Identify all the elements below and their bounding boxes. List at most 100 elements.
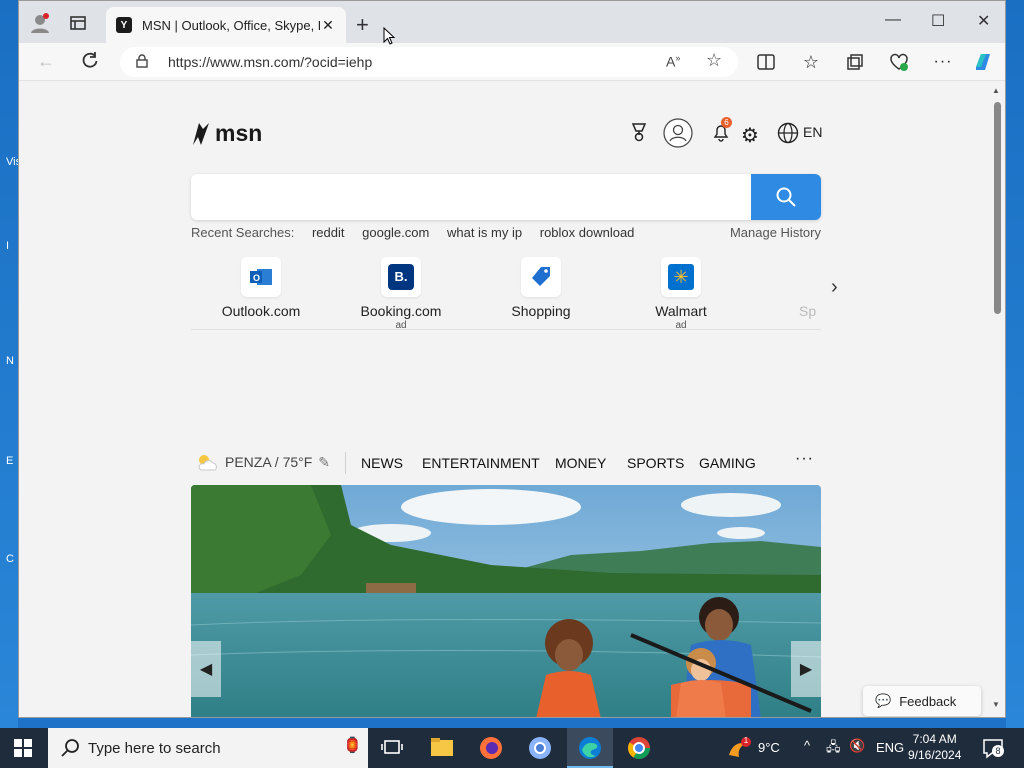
sign-in-avatar-button[interactable] bbox=[663, 118, 693, 153]
tab-actions-icon bbox=[70, 16, 86, 30]
new-tab-button[interactable]: + bbox=[356, 12, 369, 38]
read-aloud-icon[interactable]: A» bbox=[666, 53, 680, 70]
desktop-edge-left: Vis I N E C bbox=[0, 0, 21, 728]
split-screen-icon[interactable] bbox=[755, 51, 777, 73]
msn-logo[interactable]: msn bbox=[191, 120, 262, 147]
feedback-label: Feedback bbox=[899, 693, 957, 709]
msn-favicon-icon: Y bbox=[116, 17, 132, 33]
chrome-icon[interactable] bbox=[627, 736, 651, 760]
search-input[interactable] bbox=[191, 174, 741, 220]
search-icon bbox=[776, 187, 796, 207]
quick-link-outlook[interactable]: O Outlook.com bbox=[201, 257, 321, 319]
favorite-star-icon[interactable]: ☆ bbox=[706, 50, 722, 71]
browser-essentials-icon[interactable] bbox=[888, 51, 910, 73]
notifications-bell-icon[interactable]: 6 bbox=[712, 117, 732, 147]
input-language[interactable]: ENG bbox=[876, 740, 904, 755]
firefox-icon[interactable] bbox=[479, 736, 503, 760]
hero-next-button[interactable]: ▶ bbox=[791, 641, 821, 697]
weather-widget[interactable]: PENZA / 75°F ✎ bbox=[195, 452, 330, 472]
taskbar-search[interactable]: Type here to search 🏮 bbox=[48, 728, 368, 768]
tray-temperature[interactable]: 9°C bbox=[758, 740, 780, 755]
shopping-tag-icon bbox=[521, 257, 561, 297]
speaker-muted-icon[interactable]: 🔇 bbox=[849, 738, 865, 754]
quick-link-label: Sp bbox=[799, 303, 817, 319]
collections-icon[interactable] bbox=[844, 51, 866, 73]
refresh-icon bbox=[82, 52, 98, 68]
taskbar-edge-active[interactable] bbox=[567, 728, 613, 768]
quick-link-shopping[interactable]: Shopping bbox=[481, 257, 601, 319]
chromium-icon[interactable] bbox=[528, 736, 552, 760]
profile-button[interactable] bbox=[27, 10, 53, 36]
weather-tray-icon[interactable]: 1 bbox=[727, 736, 751, 764]
category-sports[interactable]: SPORTS bbox=[627, 455, 684, 471]
language-globe-icon[interactable] bbox=[777, 122, 799, 149]
search-highlight-icon: 🏮 bbox=[343, 737, 362, 754]
profile-icon bbox=[31, 13, 49, 33]
url-text: https://www.msn.com/?ocid=iehp bbox=[168, 54, 373, 70]
back-button[interactable]: ← bbox=[37, 51, 55, 72]
msn-butterfly-icon bbox=[193, 122, 209, 145]
rewards-icon[interactable] bbox=[629, 122, 649, 147]
refresh-button[interactable] bbox=[81, 51, 99, 74]
notification-center-icon[interactable]: 8 bbox=[982, 737, 1004, 764]
manage-history-link[interactable]: Manage History bbox=[730, 225, 821, 240]
settings-more-icon[interactable]: ··· bbox=[932, 51, 954, 73]
desktop-edge-right bbox=[1006, 0, 1024, 728]
hero-prev-button[interactable]: ◀ bbox=[191, 641, 221, 697]
notification-badge: 6 bbox=[721, 117, 732, 128]
divider bbox=[191, 329, 821, 330]
edge-icon bbox=[579, 737, 601, 759]
page-scrollbar[interactable]: ▲ ▼ bbox=[988, 82, 1005, 717]
language-label[interactable]: EN bbox=[803, 124, 822, 140]
recent-searches: Recent Searches: reddit google.com what … bbox=[191, 225, 821, 240]
search-button[interactable] bbox=[751, 174, 821, 220]
weather-text: PENZA / 75°F bbox=[225, 454, 313, 470]
task-view-icon[interactable] bbox=[381, 736, 405, 760]
recent-searches-label: Recent Searches: bbox=[191, 225, 295, 240]
tab-actions-button[interactable] bbox=[65, 10, 91, 36]
category-money[interactable]: MONEY bbox=[555, 455, 606, 471]
scroll-thumb[interactable] bbox=[994, 102, 1001, 314]
feedback-button[interactable]: 💬 Feedback bbox=[863, 686, 981, 716]
more-categories-icon[interactable]: ··· bbox=[795, 450, 814, 468]
network-icon[interactable]: 🖧 bbox=[826, 738, 841, 760]
clock-date: 9/16/2024 bbox=[908, 748, 962, 762]
tab-close-icon[interactable]: ✕ bbox=[320, 17, 336, 34]
recent-search-item[interactable]: what is my ip bbox=[447, 225, 522, 240]
show-hidden-icons-chevron-icon[interactable]: ^ bbox=[804, 738, 810, 753]
favorites-icon[interactable]: ☆ bbox=[800, 51, 822, 73]
edit-pencil-icon[interactable]: ✎ bbox=[318, 454, 330, 471]
scroll-down-icon[interactable]: ▼ bbox=[992, 700, 1000, 709]
copilot-icon[interactable] bbox=[972, 51, 994, 73]
maximize-button[interactable]: ☐ bbox=[931, 11, 945, 31]
scroll-up-icon[interactable]: ▲ bbox=[992, 86, 1000, 95]
recent-search-item[interactable]: roblox download bbox=[540, 225, 635, 240]
partial-tile-icon bbox=[761, 257, 821, 303]
booking-icon: B. bbox=[381, 257, 421, 297]
settings-gear-icon[interactable]: ⚙ bbox=[741, 123, 759, 148]
weather-alert-badge: 1 bbox=[743, 736, 749, 745]
recent-search-item[interactable]: google.com bbox=[362, 225, 429, 240]
quick-link-walmart[interactable]: ✳ Walmart ad bbox=[621, 257, 741, 331]
category-news[interactable]: NEWS bbox=[361, 455, 403, 471]
start-button[interactable] bbox=[14, 739, 32, 762]
file-explorer-icon[interactable] bbox=[430, 736, 454, 760]
close-window-button[interactable]: ✕ bbox=[977, 11, 990, 31]
caret-left-icon: ◀ bbox=[199, 661, 213, 678]
minimize-button[interactable]: — bbox=[885, 11, 901, 29]
recent-search-item[interactable]: reddit bbox=[312, 225, 345, 240]
category-entertainment[interactable]: ENTERTAINMENT bbox=[422, 455, 540, 471]
taskbar: Type here to search 🏮 1 9°C ^ 🖧 🔇 ENG 7:… bbox=[0, 728, 1024, 768]
url-field[interactable]: https://www.msn.com/?ocid=iehp A» ☆ bbox=[120, 47, 738, 77]
quick-link-partial[interactable]: Sp bbox=[761, 257, 821, 319]
tab-msn[interactable]: Y MSN | Outlook, Office, Skype, Bin ✕ bbox=[106, 7, 346, 43]
clock-time: 7:04 AM bbox=[912, 732, 957, 746]
quick-link-booking[interactable]: B. Booking.com ad bbox=[341, 257, 461, 331]
category-gaming[interactable]: GAMING bbox=[699, 455, 756, 471]
clock[interactable]: 7:04 AM 9/16/2024 bbox=[908, 731, 961, 763]
search-box[interactable] bbox=[191, 174, 821, 220]
notification-count-badge: 8 bbox=[992, 745, 1004, 757]
tiles-next-chevron-icon[interactable]: › bbox=[831, 276, 838, 299]
quick-link-label: Shopping bbox=[511, 303, 571, 319]
hero-image[interactable]: ◀ ▶ bbox=[191, 485, 821, 717]
